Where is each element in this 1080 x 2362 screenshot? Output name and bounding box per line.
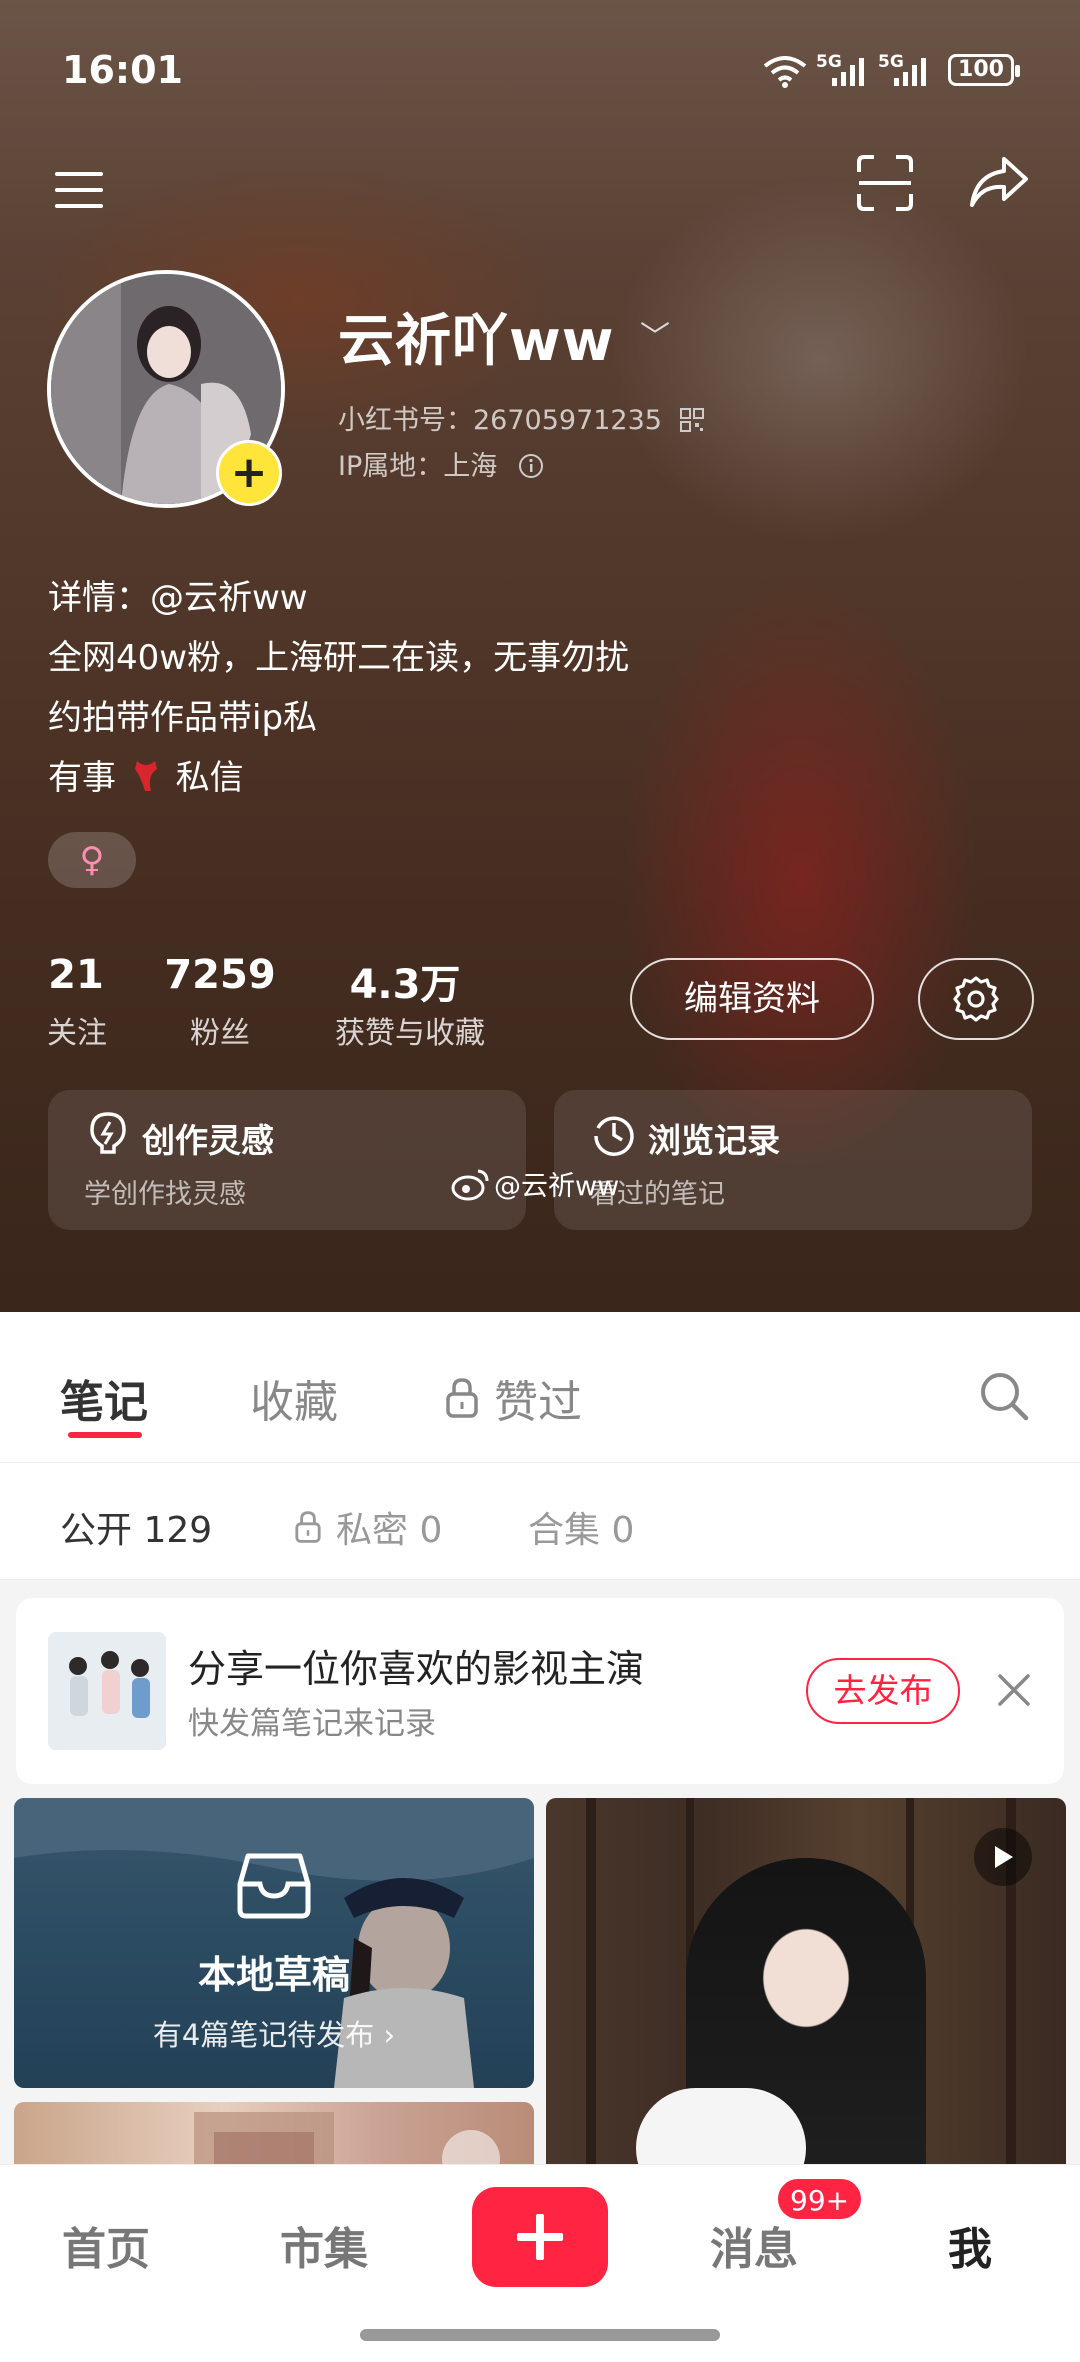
note-filter-tabs: 公开 129 私密 0 合集 0 [0, 1462, 1080, 1580]
battery-indicator: 100 [948, 54, 1020, 86]
share-button[interactable] [964, 150, 1034, 216]
tab-active-underline [68, 1432, 142, 1438]
home-indicator [360, 2329, 720, 2341]
search-button[interactable] [976, 1368, 1032, 1424]
profile-header: 16:01 5G 5G 100 + 云祈吖ww ﹀ 小红书号：267059712… [0, 0, 1080, 1312]
bio-line-2: 全网40w粉，上海研二在读，无事勿扰 [48, 638, 630, 678]
nav-me[interactable]: 我 [948, 2213, 992, 2277]
note-card-video[interactable] [546, 1798, 1066, 2178]
scan-icon [857, 155, 913, 211]
wifi-icon [763, 56, 807, 88]
profile-id: 小红书号：26705971235 [338, 398, 705, 437]
share-prompt-title: 分享一位你喜欢的影视主演 [188, 1647, 645, 1691]
history-card[interactable]: 浏览记录 看过的笔记 [554, 1090, 1032, 1230]
signal-2-icon [894, 58, 926, 86]
inbox-icon [237, 1853, 311, 1919]
draft-title: 本地草稿 [197, 1953, 350, 1997]
red-scarf-icon [134, 761, 157, 791]
info-icon[interactable] [518, 453, 544, 479]
profile-ip: IP属地：上海 [338, 444, 544, 483]
plus-icon [517, 2214, 563, 2260]
tab-liked-label: 赞过 [494, 1377, 582, 1428]
local-drafts-card[interactable]: 本地草稿 有4篇笔记待发布 › [14, 1798, 534, 2088]
profile-ip-text: IP属地：上海 [338, 451, 498, 482]
close-prompt-button[interactable] [988, 1664, 1040, 1716]
video-indicator [974, 1828, 1032, 1886]
chevron-down-icon[interactable]: ﹀ [640, 312, 670, 356]
qr-code-icon[interactable] [679, 407, 705, 433]
create-post-button[interactable] [472, 2187, 608, 2287]
signal-1-icon [832, 58, 864, 86]
lightbulb-icon [90, 1112, 126, 1154]
add-avatar-button[interactable]: + [216, 440, 282, 506]
bio-line-1: 详情：@云祈ww [48, 578, 308, 618]
bio-line-4-end: 私信 [175, 758, 244, 798]
bio-line-3: 约拍带作品带ip私 [48, 698, 318, 738]
gear-icon [953, 976, 999, 1022]
stat-likes-label[interactable]: 获赞与收藏 [320, 1008, 500, 1052]
filter-albums[interactable]: 合集 0 [528, 1501, 634, 1553]
share-prompt-card: 分享一位你喜欢的影视主演 快发篇笔记来记录 去发布 [16, 1598, 1064, 1784]
nav-market[interactable]: 市集 [280, 2213, 368, 2277]
weibo-logo-icon [451, 1169, 489, 1200]
publish-button[interactable]: 去发布 [806, 1658, 960, 1724]
profile-id-text: 小红书号：26705971235 [338, 405, 662, 436]
close-icon [998, 1674, 1030, 1706]
bottom-navigation: 首页 市集 消息 99+ 我 [0, 2164, 1080, 2362]
filter-private-label: 私密 0 [336, 1510, 443, 1551]
edit-profile-button[interactable]: 编辑资料 [630, 958, 874, 1040]
play-icon [995, 1846, 1013, 1868]
weibo-watermark: @云祈ww [450, 1164, 619, 1203]
tab-collections[interactable]: 收藏 [250, 1366, 338, 1430]
clock-icon [594, 1116, 634, 1156]
hamburger-icon [55, 172, 103, 208]
content-tabs: 笔记 收藏 赞过 [0, 1312, 1080, 1462]
share-prompt-subtitle: 快发篇笔记来记录 [188, 1706, 436, 1742]
history-card-title: 浏览记录 [648, 1121, 780, 1160]
status-time: 16:01 [62, 48, 183, 92]
nav-messages[interactable]: 消息 [710, 2213, 798, 2277]
chevron-right-icon: › [383, 2018, 396, 2052]
stat-following-label[interactable]: 关注 [40, 1008, 114, 1052]
stat-following-count[interactable]: 21 [46, 952, 106, 998]
messages-badge: 99+ [776, 2177, 864, 2221]
draft-subtitle-text: 有4篇笔记待发布 [152, 2018, 375, 2052]
tab-notes[interactable]: 笔记 [60, 1366, 148, 1430]
draft-subtitle: 有4篇笔记待发布 › [14, 2012, 534, 2054]
inspiration-card[interactable]: 创作灵感 学创作找灵感 [48, 1090, 526, 1230]
weibo-watermark-text: @云祈ww [494, 1171, 620, 1202]
filter-private[interactable]: 私密 0 [292, 1501, 442, 1553]
stat-followers-label[interactable]: 粉丝 [170, 1008, 270, 1052]
bio-line-4: 有事 私信 [48, 750, 244, 799]
tab-liked[interactable]: 赞过 [442, 1366, 582, 1430]
lock-icon [446, 1378, 478, 1418]
scan-button[interactable] [852, 150, 918, 216]
lock-icon [295, 1511, 321, 1543]
profile-name: 云祈吖ww [338, 309, 615, 374]
nav-home[interactable]: 首页 [62, 2213, 150, 2277]
search-icon [981, 1373, 1029, 1421]
stat-likes-count[interactable]: 4.3万 [330, 952, 480, 1010]
inspiration-card-title: 创作灵感 [142, 1121, 274, 1160]
share-arrow-icon [970, 157, 1028, 207]
stat-followers-count[interactable]: 7259 [160, 952, 280, 998]
menu-button[interactable] [48, 162, 110, 218]
bio-line-4-start: 有事 [48, 758, 116, 798]
filter-public[interactable]: 公开 129 [60, 1501, 212, 1553]
settings-button[interactable] [918, 958, 1034, 1040]
share-thumbnail-image [48, 1632, 166, 1750]
share-prompt-thumbnail [48, 1632, 166, 1750]
inspiration-card-subtitle: 学创作找灵感 [84, 1179, 246, 1210]
status-bar: 16:01 5G 5G 100 [0, 0, 1080, 140]
gender-badge: ♀ [48, 832, 136, 888]
